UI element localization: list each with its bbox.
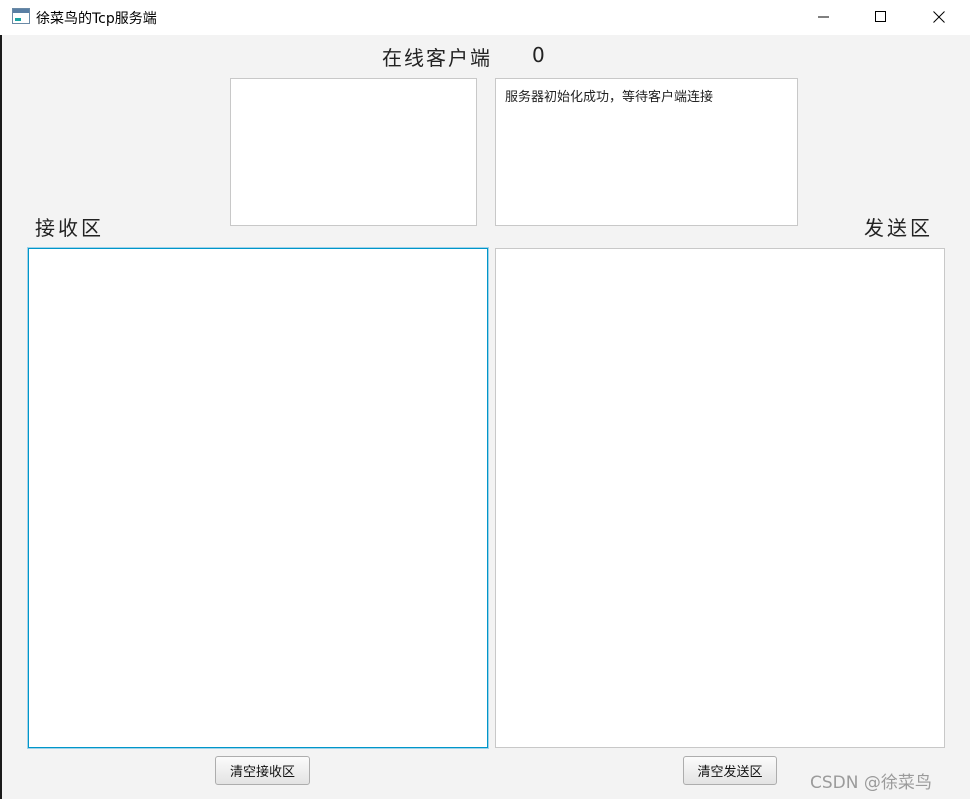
app-window-icon — [12, 8, 30, 24]
maximize-icon — [875, 11, 886, 22]
window-edge — [0, 35, 2, 799]
online-clients-count: 0 — [532, 43, 545, 67]
watermark: CSDN @徐菜鸟 — [810, 773, 932, 793]
status-message: 服务器初始化成功，等待客户端连接 — [505, 90, 714, 105]
close-button[interactable] — [916, 0, 962, 34]
send-area-label: 发送区 — [864, 216, 933, 240]
receive-textarea[interactable] — [28, 248, 488, 748]
minimize-button[interactable] — [801, 0, 847, 34]
minimize-icon — [818, 16, 829, 18]
clear-receive-button[interactable]: 清空接收区 — [215, 756, 310, 785]
client-list[interactable] — [230, 78, 477, 226]
server-status-area[interactable]: 服务器初始化成功，等待客户端连接 — [495, 78, 798, 226]
title-bar[interactable]: 徐菜鸟的Tcp服务端 — [0, 0, 970, 35]
receive-area-label: 接收区 — [35, 216, 104, 240]
send-textarea[interactable] — [495, 248, 945, 748]
close-icon — [933, 11, 945, 23]
maximize-button[interactable] — [858, 0, 904, 34]
online-clients-label: 在线客户端 — [382, 46, 492, 70]
window-title: 徐菜鸟的Tcp服务端 — [36, 11, 157, 27]
clear-send-button[interactable]: 清空发送区 — [683, 756, 777, 785]
